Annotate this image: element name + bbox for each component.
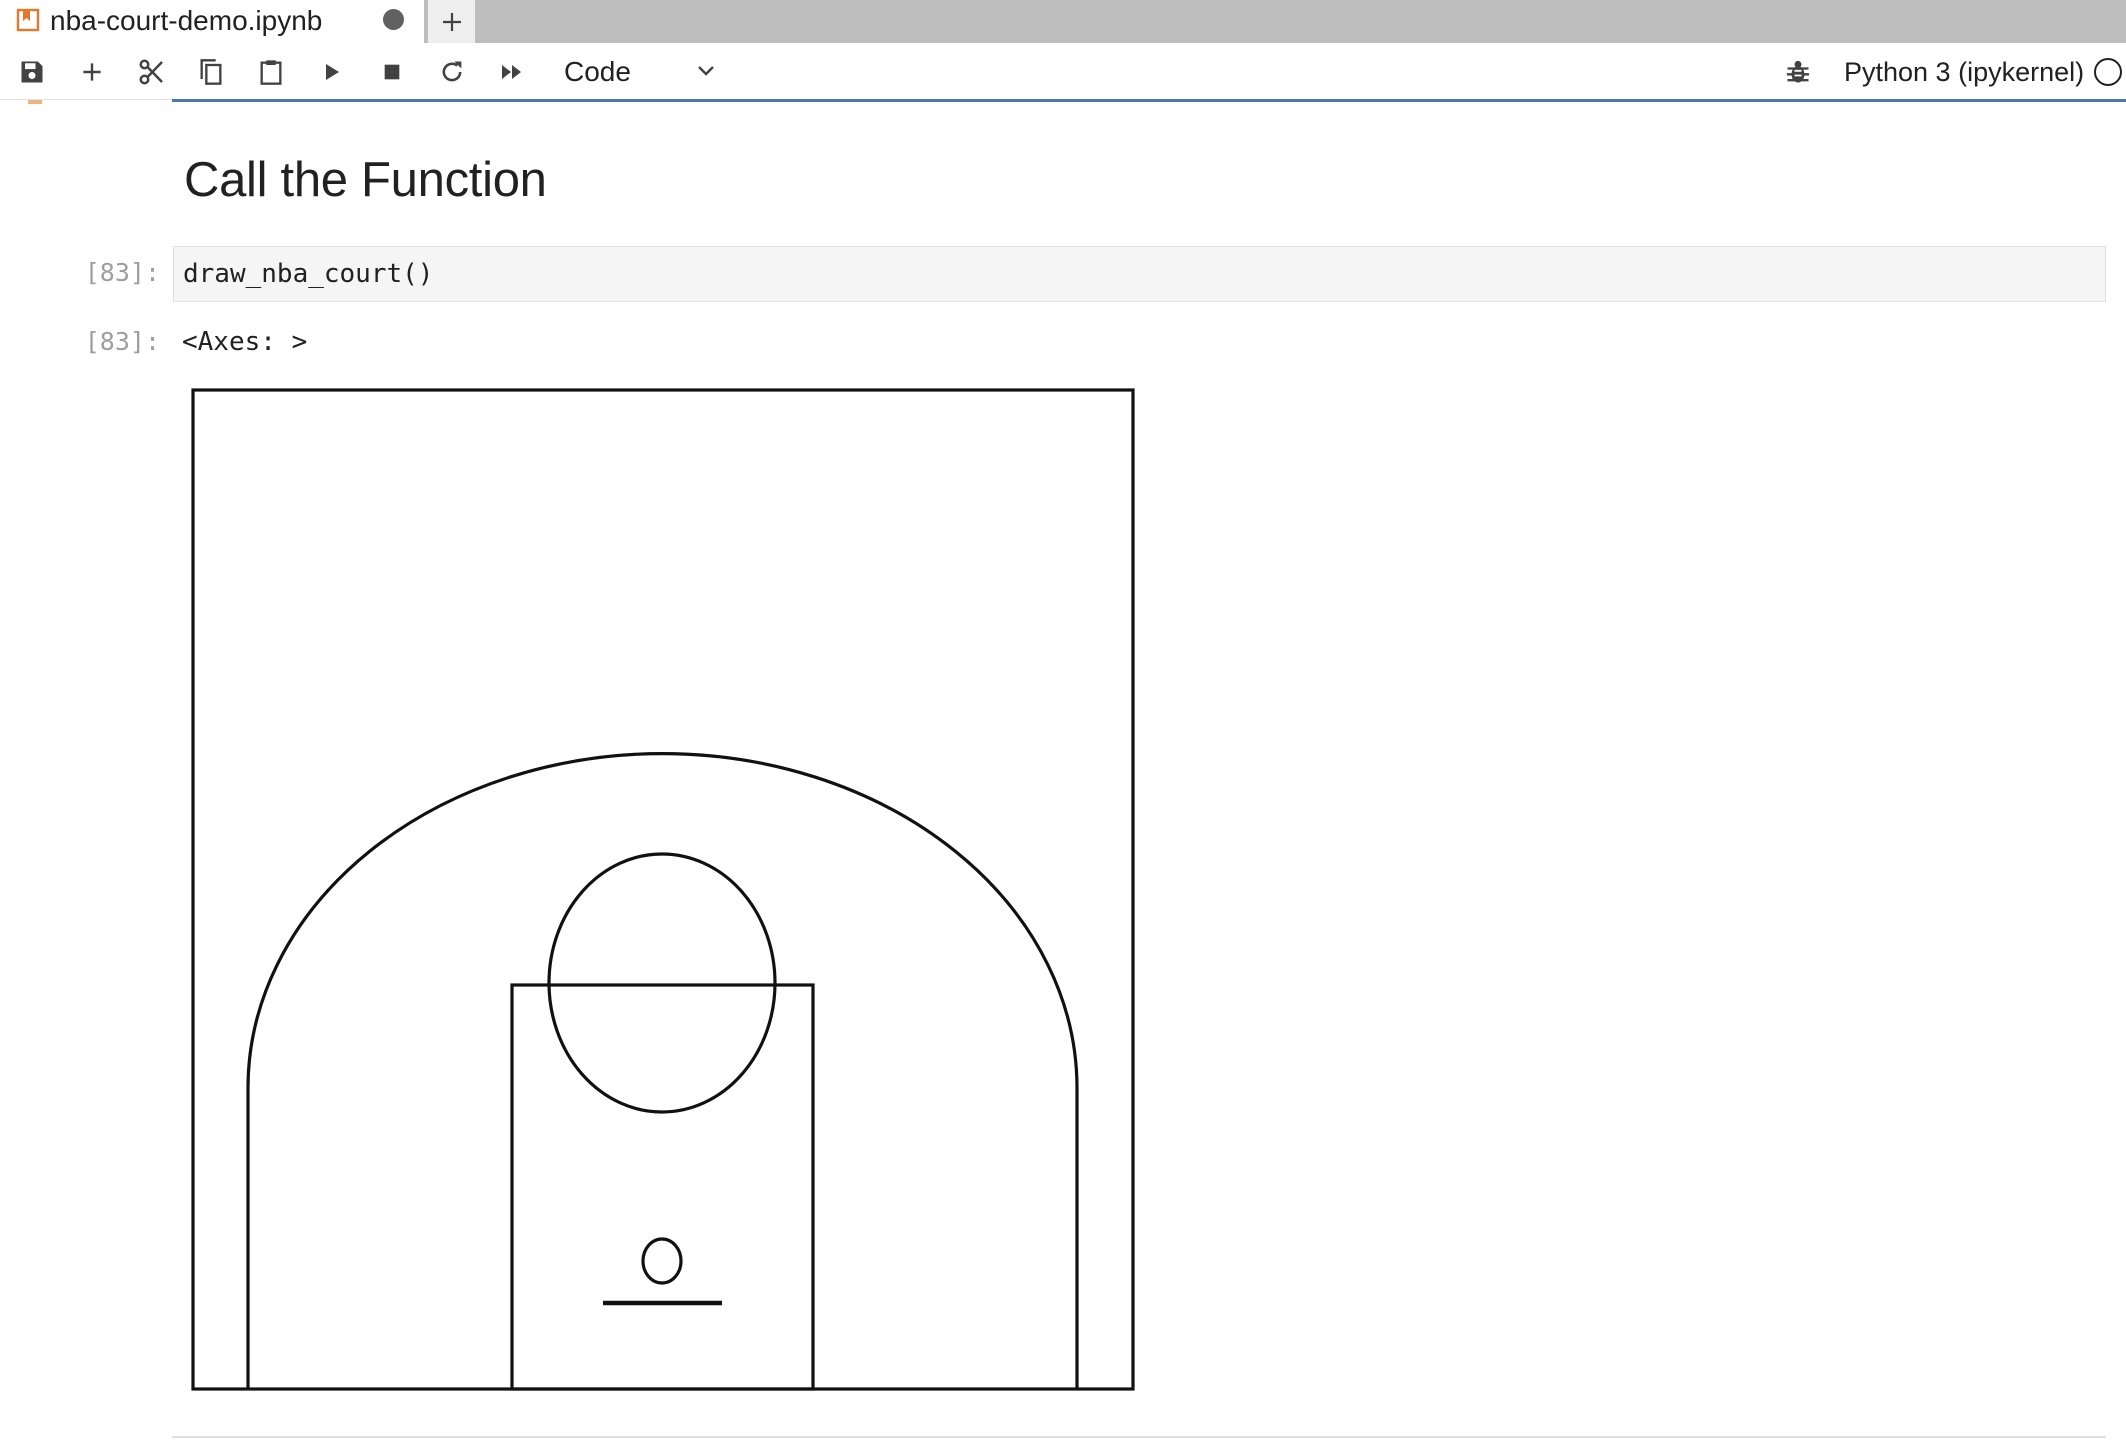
copy-button[interactable]: [195, 56, 227, 88]
tab-title: nba-court-demo.ipynb: [50, 5, 323, 36]
code-cell-input[interactable]: draw_nba_court(): [173, 246, 2106, 302]
paste-icon: [260, 60, 282, 85]
cut-icon: [139, 59, 163, 85]
save-button[interactable]: [16, 56, 48, 88]
cell-type-select[interactable]: Code: [548, 51, 730, 91]
save-icon: [21, 61, 43, 83]
run-icon: [326, 64, 339, 80]
kernel-status-icon: [2094, 58, 2122, 86]
output-text: <Axes: >: [182, 327, 308, 357]
copy-icon: [200, 59, 222, 85]
unsaved-indicator-icon[interactable]: [383, 9, 404, 30]
chevron-down-icon: [698, 66, 714, 76]
cut-button[interactable]: [136, 56, 168, 88]
kernel-name[interactable]: Python 3 (ipykernel): [1844, 55, 2084, 89]
restart-button[interactable]: [436, 56, 468, 88]
code-text: draw_nba_court(): [183, 259, 434, 289]
notebook-toolbar: Code Python 3 (ipykernel): [0, 43, 2126, 100]
interrupt-button[interactable]: [376, 56, 408, 88]
new-tab-button[interactable]: [428, 0, 475, 43]
insert-cell-button[interactable]: [76, 56, 108, 88]
restart-icon: [442, 61, 462, 82]
restart-run-all-button[interactable]: [496, 56, 528, 88]
run-button[interactable]: [316, 56, 348, 88]
output-prompt: [83]:: [84, 327, 160, 356]
court-plot: [191, 388, 1135, 1391]
bug-icon: [1786, 60, 1810, 83]
active-cell-indicator: [172, 99, 2126, 102]
input-prompt: [83]:: [84, 258, 160, 287]
cell-collapser[interactable]: [28, 100, 42, 104]
fast-forward-icon: [502, 65, 521, 79]
stop-icon: [384, 64, 400, 80]
free-throw-circle: [547, 852, 777, 1114]
basket-hoop: [641, 1237, 683, 1285]
notebook-tab[interactable]: nba-court-demo.ipynb: [0, 0, 424, 43]
plot-frame: [191, 388, 1135, 1391]
notebook-icon: [16, 8, 40, 32]
add-icon: [83, 63, 101, 81]
free-throw-lane: [510, 983, 815, 1391]
tab-bar: nba-court-demo.ipynb: [0, 0, 2126, 43]
cell-divider: [172, 1436, 2106, 1438]
three-point-line: [246, 752, 1079, 1389]
cell-type-label: Code: [564, 56, 631, 87]
paste-button[interactable]: [255, 56, 287, 88]
plus-icon: [442, 12, 461, 31]
markdown-heading: Call the Function: [184, 153, 547, 207]
debugger-button[interactable]: [1782, 56, 1814, 88]
